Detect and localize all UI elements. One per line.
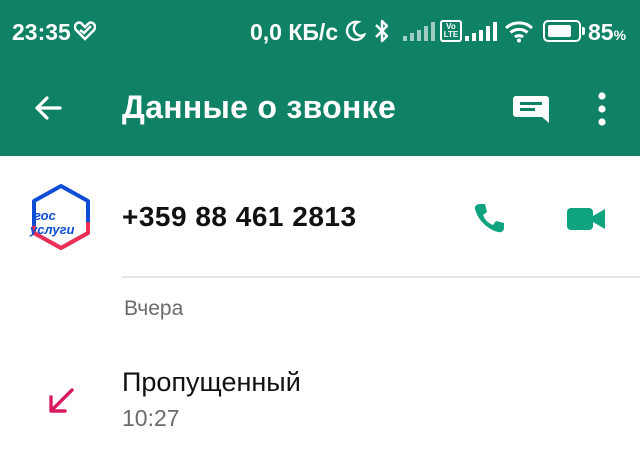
wifi-icon <box>504 21 534 43</box>
contact-row[interactable]: гос услуги +359 88 461 2813 <box>0 156 640 278</box>
volte-icon: Vo LTE <box>440 20 462 42</box>
logo-text-gos: гос <box>34 208 56 223</box>
battery-icon <box>543 20 585 42</box>
status-bar: 23:35 0,0 КБ/с Vo LTE 85% <box>0 0 640 62</box>
moon-icon <box>345 20 366 41</box>
battery-percent: 85% <box>588 19 627 45</box>
contact-avatar[interactable]: гос услуги <box>26 182 96 252</box>
bluetooth-icon <box>375 19 389 43</box>
call-time: 10:27 <box>122 405 180 431</box>
message-icon[interactable] <box>512 94 550 124</box>
contact-phone-number: +359 88 461 2813 <box>122 201 357 232</box>
battery-fill <box>548 25 571 37</box>
call-type: Пропущенный <box>122 367 301 397</box>
missed-call-arrow-icon <box>49 388 74 413</box>
heart-check-icon <box>74 21 96 41</box>
video-call-icon[interactable] <box>566 205 606 233</box>
app-header: 23:35 0,0 КБ/с Vo LTE 85% Данные о звонк… <box>0 0 640 156</box>
signal-strength-icon <box>403 22 435 41</box>
page-title: Данные о звонке <box>122 89 397 125</box>
back-arrow-icon[interactable] <box>32 92 64 124</box>
status-time: 23:35 <box>12 19 71 45</box>
signal-strength-icon-2 <box>465 22 497 41</box>
call-date-header: Вчера <box>124 297 184 320</box>
divider <box>122 276 640 278</box>
more-vert-icon[interactable] <box>590 90 614 128</box>
network-speed: 0,0 КБ/с <box>250 19 339 45</box>
logo-text-uslugi: услуги <box>30 222 75 237</box>
voice-call-icon[interactable] <box>472 201 506 235</box>
